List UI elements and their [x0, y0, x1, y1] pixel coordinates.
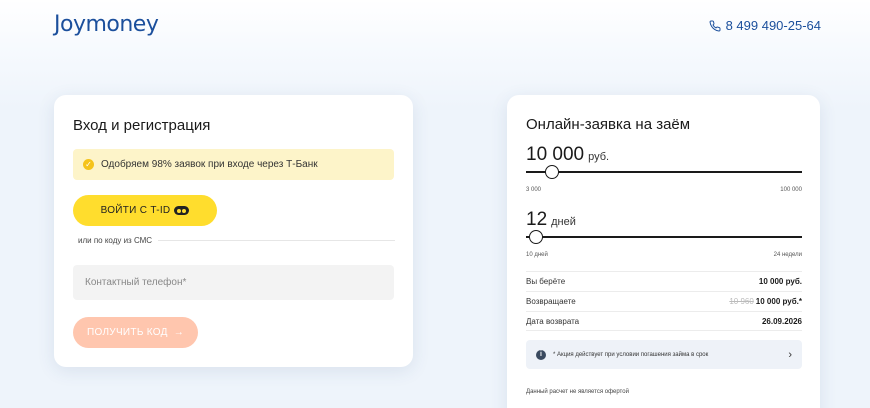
check-icon: ✓: [83, 159, 94, 170]
offer-disclaimer: Данный расчет не является офертой: [526, 389, 629, 395]
notice-text: * Акция действует при условии погашения …: [553, 351, 709, 358]
term-slider-handle[interactable]: [529, 230, 543, 244]
term-max-label: 24 недели: [773, 252, 802, 258]
info-icon: i: [536, 349, 546, 360]
amount-slider[interactable]: [526, 164, 802, 180]
amount-min-label: 3 000: [526, 187, 542, 193]
return-label: Возвращаете: [526, 297, 576, 306]
term-slider-track[interactable]: [526, 236, 802, 238]
divider-line: [158, 240, 395, 241]
tid-login-button[interactable]: ВОЙТИ С T-ID: [73, 195, 217, 226]
take-value: 10 000 руб.: [758, 277, 802, 286]
loan-title: Онлайн-заявка на заём: [526, 116, 691, 133]
summary-row-return: Возвращаете 10 960 10 000 руб.*: [526, 291, 802, 311]
return-amount: 10 960 10 000 руб.*: [729, 297, 802, 306]
promo-notice[interactable]: i * Акция действует при условии погашени…: [526, 340, 802, 369]
get-code-label: ПОЛУЧИТЬ КОД: [86, 327, 168, 338]
loan-calculator-card: Онлайн-заявка на заём 10 000 руб. 3 000 …: [507, 95, 820, 408]
amount-display: 10 000 руб.: [526, 144, 609, 166]
amount-max-label: 100 000: [780, 187, 802, 193]
term-value: 12: [526, 209, 548, 230]
arrow-right-icon: →: [173, 327, 185, 338]
return-old-value: 10 960: [729, 297, 754, 306]
amount-unit: руб.: [588, 151, 610, 163]
date-label: Дата возврата: [526, 316, 580, 326]
amount-slider-handle[interactable]: [545, 165, 559, 179]
tbank-promo-banner: ✓ Одобряем 98% заявок при входе через Т-…: [73, 149, 394, 180]
tid-button-label: ВОЙТИ С T-ID: [100, 205, 171, 216]
summary-row-date: Дата возврата 26.09.2026: [526, 311, 802, 331]
take-label: Вы берёте: [526, 277, 566, 286]
amount-value: 10 000: [526, 144, 585, 165]
site-header: Joymoney 8 499 490-25-64: [0, 0, 870, 52]
sms-divider: или по коду из СМС: [78, 236, 395, 245]
phone-icon: [709, 19, 721, 31]
promo-text: Одобряем 98% заявок при входе через Т-Ба…: [101, 159, 318, 170]
summary-row-take: Вы берёте 10 000 руб.: [526, 271, 802, 291]
header-phone-link[interactable]: 8 499 490-25-64: [709, 18, 821, 33]
login-card: Вход и регистрация ✓ Одобряем 98% заявок…: [54, 95, 413, 367]
tid-logo-icon: [174, 206, 190, 215]
phone-input[interactable]: [73, 265, 394, 300]
sms-divider-label: или по коду из СМС: [78, 236, 153, 245]
term-display: 12 дней: [526, 209, 576, 231]
amount-slider-track[interactable]: [526, 171, 802, 173]
chevron-right-icon: ›: [788, 348, 792, 361]
term-min-label: 10 дней: [526, 252, 548, 258]
joymoney-logo[interactable]: Joymoney: [54, 12, 159, 37]
date-value: 26.09.2026: [761, 316, 802, 326]
phone-number: 8 499 490-25-64: [725, 18, 821, 33]
get-code-button[interactable]: ПОЛУЧИТЬ КОД →: [73, 317, 198, 348]
term-slider[interactable]: [526, 229, 802, 245]
return-value: 10 000 руб.*: [755, 297, 802, 306]
login-title: Вход и регистрация: [73, 117, 211, 134]
term-unit: дней: [551, 216, 576, 228]
